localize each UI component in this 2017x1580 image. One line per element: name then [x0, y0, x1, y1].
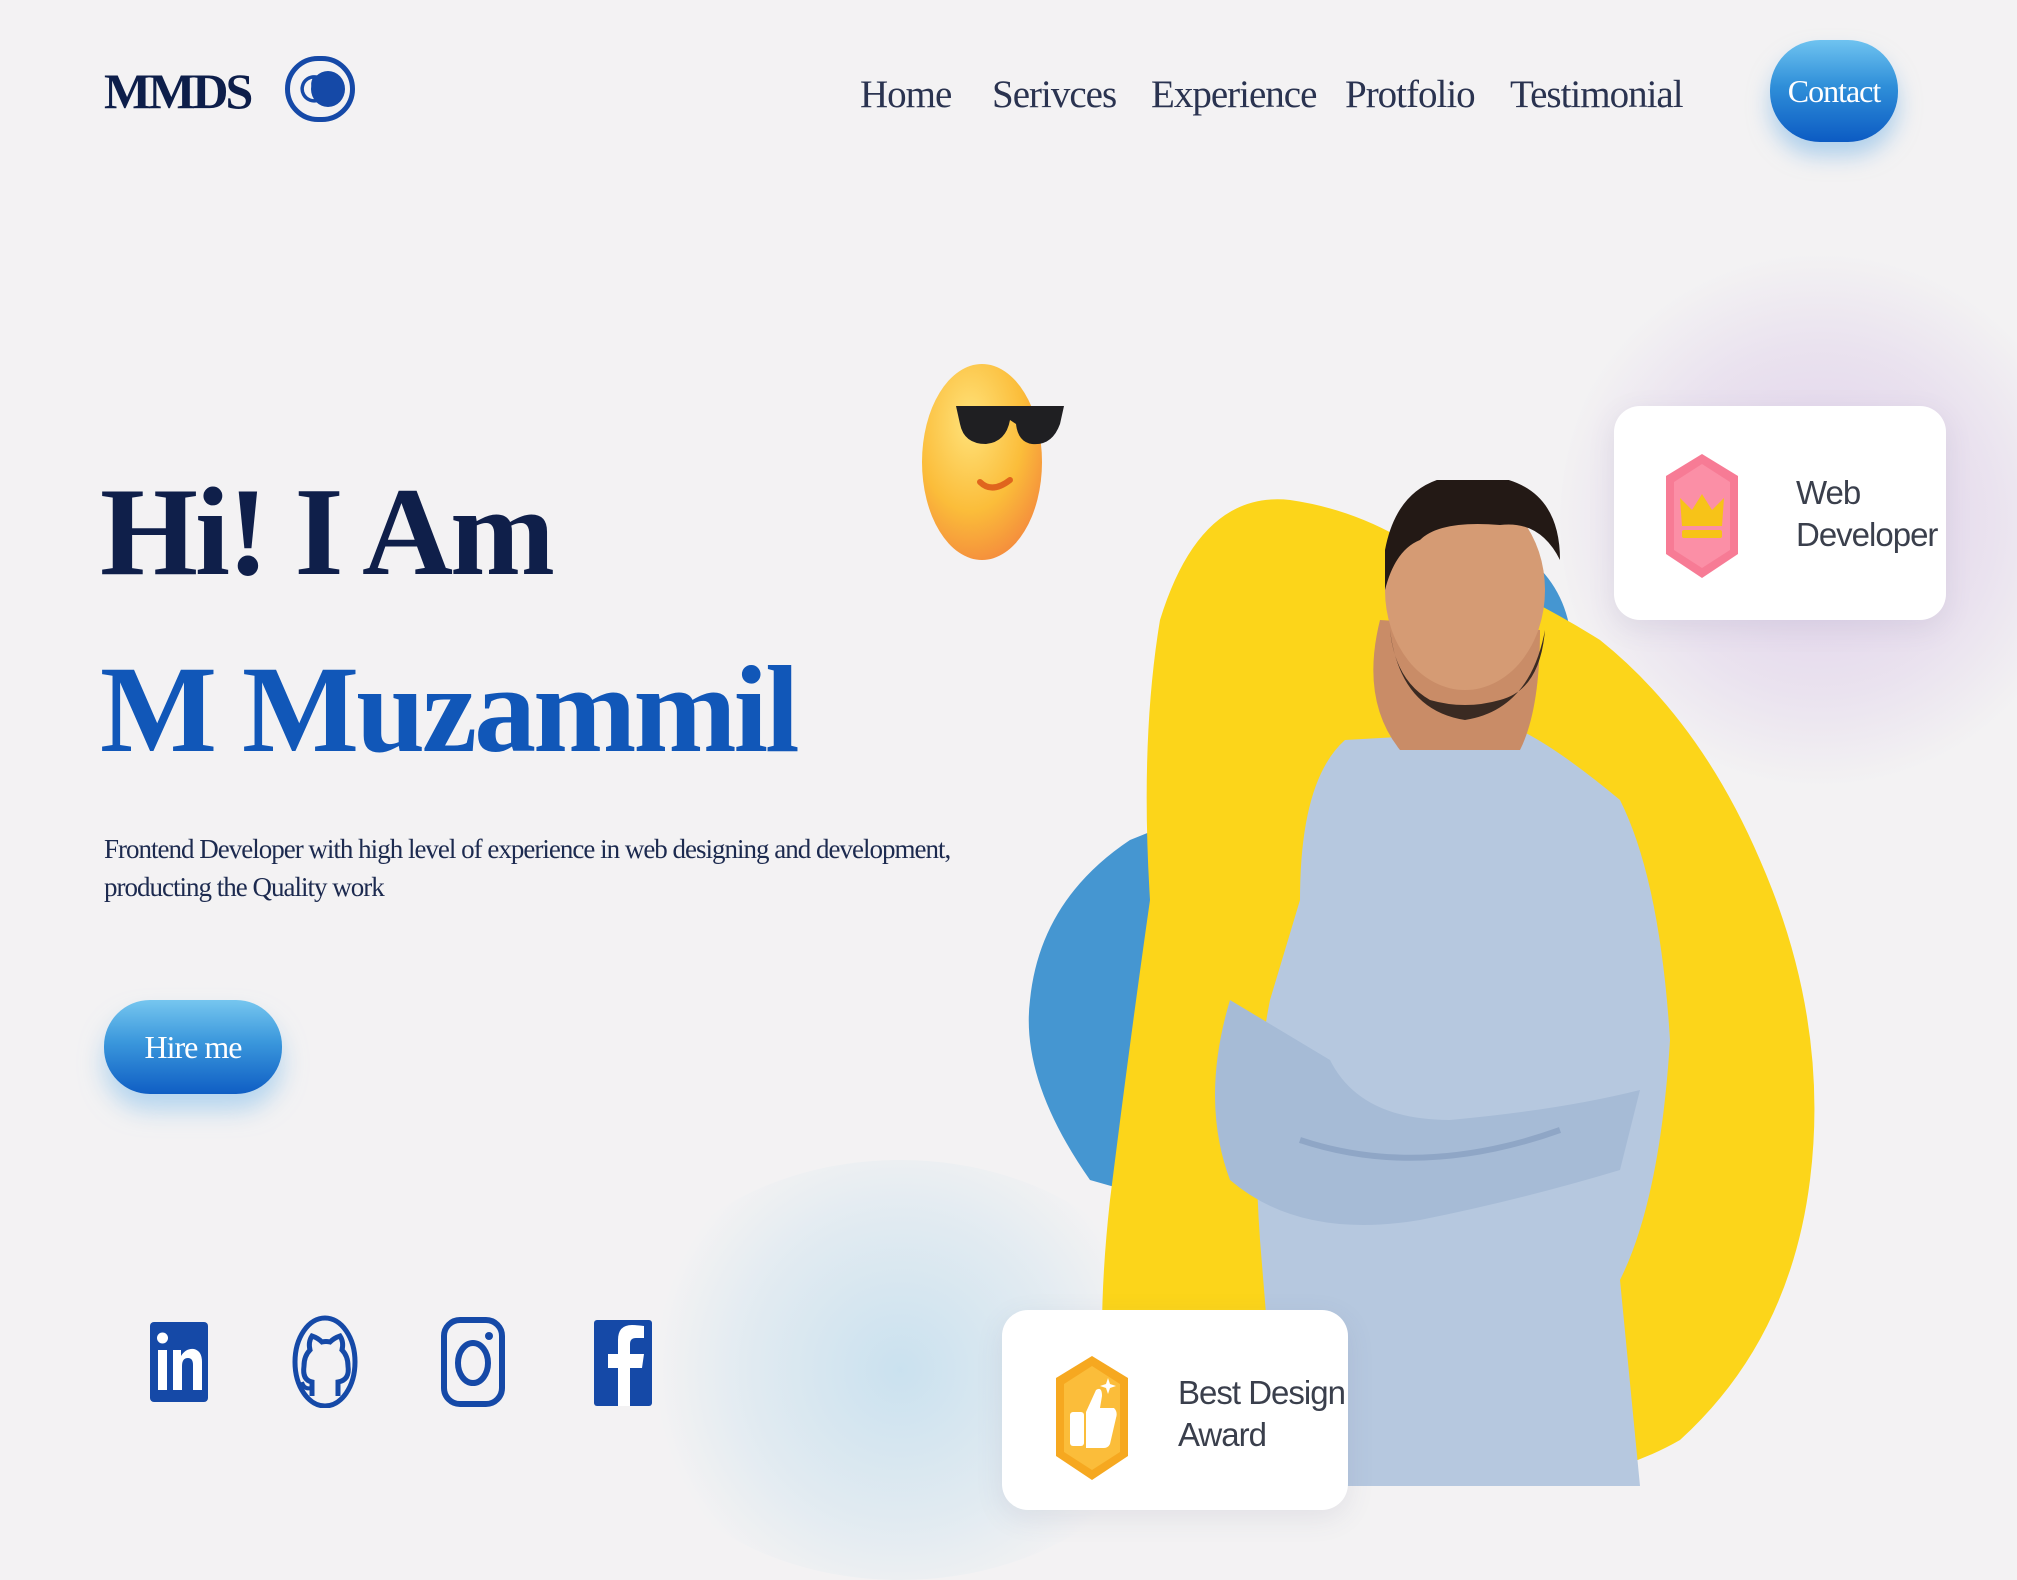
- nav-services[interactable]: Serivces: [992, 72, 1117, 117]
- nav-testimonial[interactable]: Testimonial: [1510, 72, 1684, 117]
- web-developer-label: Web Developer: [1796, 472, 1938, 556]
- nav-home[interactable]: Home: [860, 72, 952, 117]
- best-design-award-card: Best Design Award: [1002, 1310, 1348, 1510]
- hero-greeting: Hi! I Am: [100, 463, 555, 602]
- github-icon[interactable]: [292, 1310, 358, 1408]
- hire-me-button[interactable]: Hire me: [104, 1000, 282, 1094]
- nav-portfolio[interactable]: Protfolio: [1345, 72, 1476, 117]
- badge-line: Web: [1796, 474, 1861, 511]
- instagram-icon[interactable]: [440, 1310, 506, 1408]
- toggle-knob: [311, 71, 345, 107]
- badge-line: Award: [1178, 1416, 1267, 1453]
- thumbs-up-icon: [1056, 1356, 1128, 1480]
- best-design-label: Best Design Award: [1178, 1372, 1346, 1456]
- crown-icon: [1666, 454, 1738, 578]
- web-developer-card: Web Developer: [1614, 406, 1946, 620]
- hero-description: Frontend Developer with high level of ex…: [104, 834, 951, 902]
- nav-experience[interactable]: Experience: [1151, 72, 1317, 117]
- hero-name: M Muzammil: [100, 641, 800, 778]
- badge-line: Developer: [1796, 516, 1938, 553]
- facebook-icon[interactable]: [590, 1310, 656, 1408]
- badge-line: Best Design: [1178, 1374, 1346, 1411]
- site-logo[interactable]: MMDS: [104, 62, 253, 120]
- linkedin-icon[interactable]: [146, 1310, 212, 1408]
- contact-button[interactable]: Contact: [1770, 40, 1898, 142]
- theme-toggle[interactable]: [285, 56, 355, 122]
